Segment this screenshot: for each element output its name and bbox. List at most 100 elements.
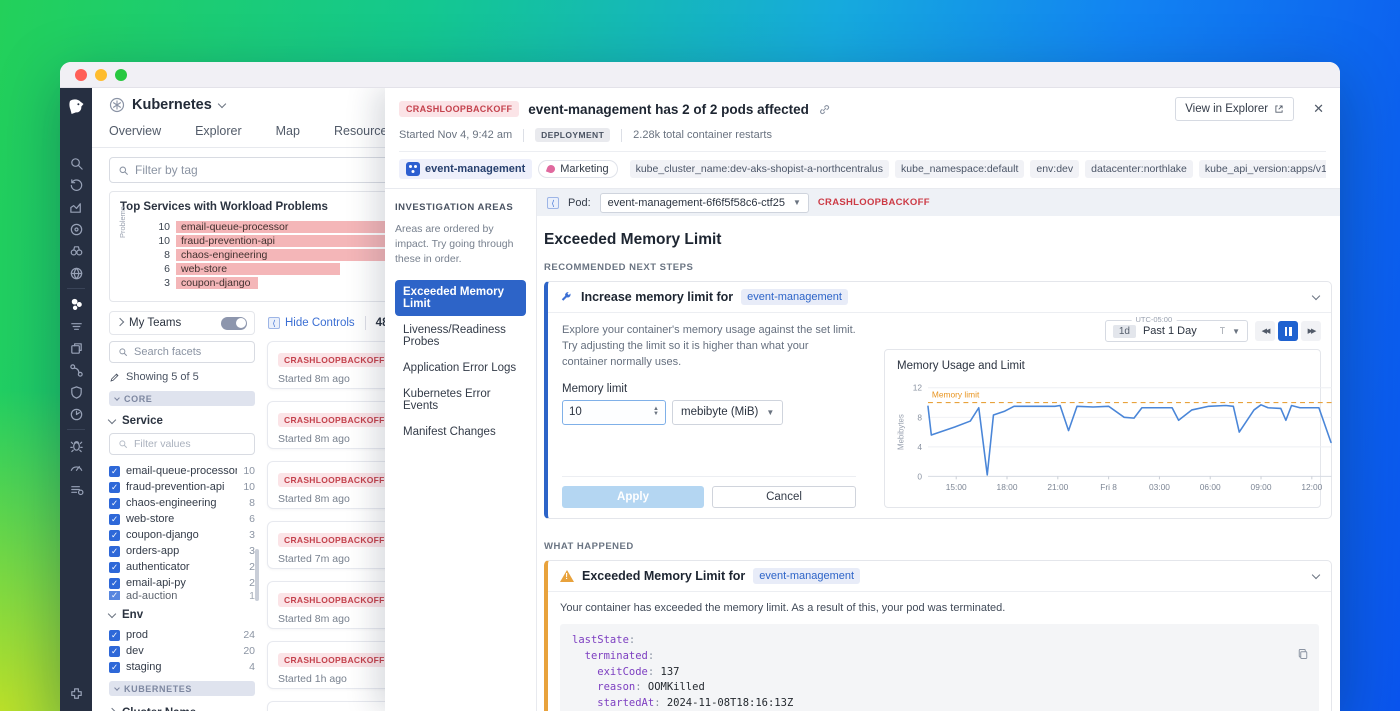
remediation-card-header[interactable]: Increase memory limit for event-manageme…: [548, 282, 1331, 313]
investigation-area-item[interactable]: Liveness/Readiness Probes: [395, 318, 526, 354]
copy-icon[interactable]: [1297, 648, 1309, 660]
facet-row[interactable]: ✓ prod 24: [109, 627, 255, 643]
watchdog-icon[interactable]: [69, 240, 84, 262]
bug-icon[interactable]: [69, 434, 84, 456]
tag-chip[interactable]: datacenter:northlake: [1085, 160, 1193, 178]
checkbox-checked[interactable]: ✓: [109, 482, 120, 493]
rewind-button[interactable]: ◀◀: [1255, 321, 1275, 341]
app-window: Kubernetes OverviewExplorerMapResource U…: [60, 62, 1340, 711]
infrastructure-icon[interactable]: [69, 262, 84, 284]
team-chip[interactable]: Marketing: [538, 160, 617, 178]
tag-chip[interactable]: env:dev: [1030, 160, 1079, 178]
checkbox-checked[interactable]: ✓: [109, 514, 120, 525]
link-icon[interactable]: [818, 103, 831, 116]
dashboards-icon[interactable]: [69, 196, 84, 218]
tab[interactable]: Overview: [109, 122, 161, 147]
facet-row[interactable]: ✓ fraud-prevention-api 10: [109, 479, 255, 495]
checkbox-checked[interactable]: ✓: [109, 630, 120, 641]
close-window-button[interactable]: [75, 69, 87, 81]
tag-chip[interactable]: kube_api_version:apps/v1: [1199, 160, 1326, 178]
core-section-band[interactable]: CORE: [109, 391, 255, 406]
checkbox-checked[interactable]: ✓: [109, 546, 120, 557]
investigation-area-item[interactable]: Exceeded Memory Limit: [395, 280, 526, 316]
checkbox-checked[interactable]: ✓: [109, 646, 120, 657]
memory-limit-input[interactable]: 10 ▲▼: [562, 400, 666, 425]
collapse-panel-icon[interactable]: ⟨: [547, 197, 559, 209]
search-facets-input[interactable]: Search facets: [109, 341, 255, 363]
facet-row[interactable]: ✓ chaos-engineering 8: [109, 495, 255, 511]
chevron-down-icon[interactable]: [1312, 292, 1320, 300]
forward-button[interactable]: ▶▶: [1301, 321, 1321, 341]
tag-chip[interactable]: kube_namespace:default: [895, 160, 1024, 178]
close-panel-icon[interactable]: ✕: [1313, 101, 1324, 117]
facet-row[interactable]: ✓ ad-auction 1: [109, 591, 255, 600]
containers-icon[interactable]: [69, 293, 84, 315]
history-icon[interactable]: [69, 174, 84, 196]
tab[interactable]: Map: [276, 122, 300, 147]
facet-row[interactable]: ✓ orders-app 3: [109, 543, 255, 559]
zoom-window-button[interactable]: [115, 69, 127, 81]
llm-observability-icon[interactable]: [69, 478, 84, 500]
facet-row[interactable]: ✓ staging 4: [109, 659, 255, 675]
service-chip[interactable]: event-management: [399, 159, 532, 179]
checkbox-checked[interactable]: ✓: [109, 530, 120, 541]
facet-row[interactable]: ✓ authenticator 2: [109, 559, 255, 575]
facet-row[interactable]: ✓ email-api-py 2: [109, 575, 255, 591]
investigation-area-item[interactable]: Manifest Changes: [395, 420, 526, 444]
service-map-icon[interactable]: [69, 359, 84, 381]
logs-icon[interactable]: [69, 315, 84, 337]
datadog-logo-icon[interactable]: [67, 95, 86, 124]
tab[interactable]: Explorer: [195, 122, 242, 147]
checkbox-checked[interactable]: ✓: [109, 562, 120, 573]
apm-icon[interactable]: [69, 218, 84, 240]
chevron-down-icon[interactable]: [218, 100, 226, 108]
facet-row[interactable]: ✓ email-queue-processor 10: [109, 463, 255, 479]
minimize-window-button[interactable]: [95, 69, 107, 81]
checkbox-checked[interactable]: ✓: [109, 498, 120, 509]
checkbox-checked[interactable]: ✓: [109, 578, 120, 589]
checkbox-checked[interactable]: ✓: [109, 591, 120, 600]
time-range-short[interactable]: 1d: [1113, 325, 1136, 338]
showing-facets-row[interactable]: Showing 5 of 5: [109, 371, 255, 383]
pause-button[interactable]: [1278, 321, 1298, 341]
my-teams-switch[interactable]: [221, 317, 247, 330]
env-group-header[interactable]: Env: [109, 609, 255, 621]
issue-started: Started 1h ago: [278, 673, 391, 685]
time-range-picker[interactable]: UTC-05:00 1d Past 1 Day ⟙ ▼: [1105, 320, 1248, 342]
pin-icon[interactable]: ⟙: [1220, 326, 1225, 337]
facet-row[interactable]: ✓ web-store 6: [109, 511, 255, 527]
unit-select[interactable]: mebibyte (MiB) ▼: [672, 400, 783, 425]
number-stepper[interactable]: ▲▼: [653, 407, 659, 417]
investigation-area-item[interactable]: Application Error Logs: [395, 356, 526, 380]
facet-row[interactable]: ✓ coupon-django 3: [109, 527, 255, 543]
search-icon[interactable]: [69, 152, 84, 174]
service-chip[interactable]: event-management: [753, 568, 860, 584]
kubernetes-section-band[interactable]: KUBERNETES: [109, 681, 255, 696]
what-happened-header[interactable]: Exceeded Memory Limit for event-manageme…: [548, 561, 1331, 592]
facet-row[interactable]: ✓ dev 20: [109, 643, 255, 659]
facet-scrollbar[interactable]: [255, 549, 259, 601]
investigation-area-item[interactable]: Kubernetes Error Events: [395, 382, 526, 418]
tag-chip[interactable]: kube_cluster_name:dev-aks-shopist-a-nort…: [630, 160, 889, 178]
chevron-down-icon[interactable]: [1312, 571, 1320, 579]
collapse-icon: ⟨: [268, 317, 280, 329]
filter-values-input[interactable]: Filter values: [109, 433, 255, 455]
panel-title: event-management has 2 of 2 pods affecte…: [528, 102, 809, 117]
monitors-icon[interactable]: [69, 403, 84, 425]
ci-icon[interactable]: [69, 337, 84, 359]
view-in-explorer-button[interactable]: View in Explorer: [1175, 97, 1294, 121]
cancel-button[interactable]: Cancel: [712, 486, 856, 508]
checkbox-checked[interactable]: ✓: [109, 466, 120, 477]
service-chip[interactable]: event-management: [741, 289, 848, 305]
apply-button[interactable]: Apply: [562, 486, 704, 508]
service-group-header[interactable]: Service: [109, 415, 255, 427]
pod-select[interactable]: event-management-6f6f5f58c6-ctf25 ▼: [600, 193, 809, 213]
checkbox-checked[interactable]: ✓: [109, 662, 120, 673]
facet-group-header[interactable]: Cluster Name: [109, 707, 255, 711]
hide-controls-button[interactable]: ⟨ Hide Controls: [268, 317, 355, 329]
chevron-down-icon[interactable]: ▼: [1232, 327, 1240, 336]
synthetics-icon[interactable]: [69, 456, 84, 478]
integrations-icon[interactable]: [69, 684, 84, 711]
my-teams-toggle-row[interactable]: My Teams: [109, 311, 255, 335]
security-icon[interactable]: [69, 381, 84, 403]
